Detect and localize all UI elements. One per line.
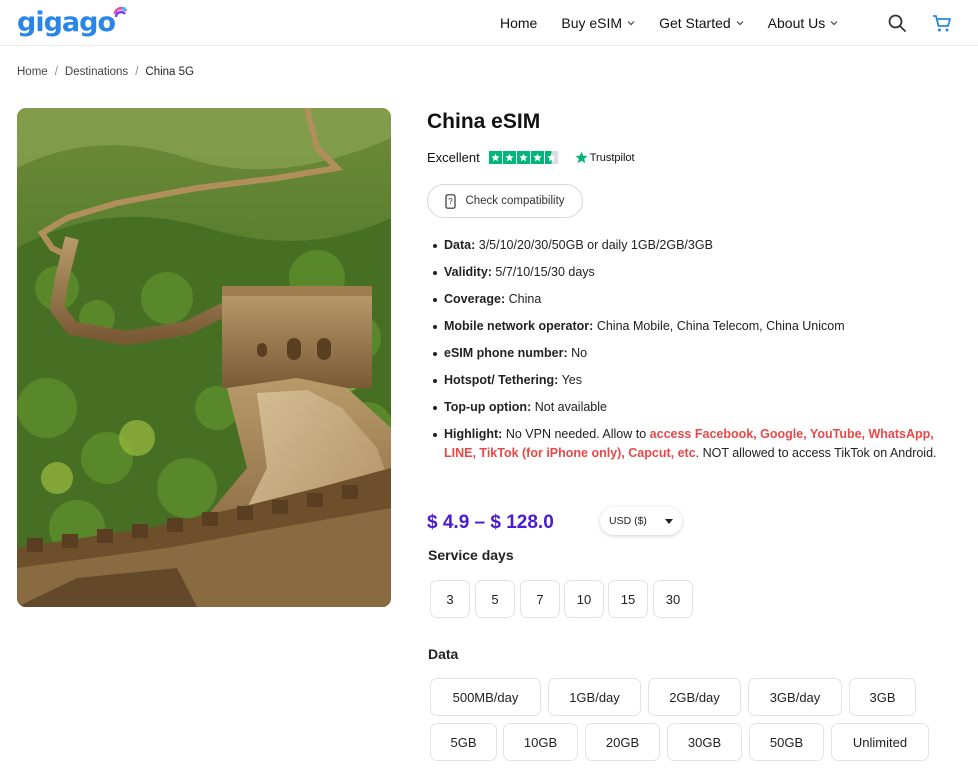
data-option[interactable]: 10GB (503, 723, 578, 761)
currency-value: USD ($) (609, 515, 647, 527)
data-option[interactable]: 2GB/day (648, 678, 741, 716)
nav-buy-esim-label: Buy eSIM (561, 15, 623, 31)
data-option[interactable]: 3GB/day (748, 678, 842, 716)
breadcrumb: Home / Destinations / China 5G (17, 66, 194, 78)
spec-topup: Top-up option: Not available (433, 398, 969, 417)
chevron-down-icon (736, 21, 744, 26)
breadcrumb-home[interactable]: Home (17, 66, 48, 78)
spec-key: Highlight: (444, 427, 503, 441)
service-day-option[interactable]: 3 (430, 580, 470, 618)
nav-get-started[interactable]: Get Started (659, 15, 744, 31)
service-day-option[interactable]: 30 (653, 580, 693, 618)
nav-get-started-label: Get Started (659, 15, 731, 31)
service-days-label: Service days (428, 547, 514, 563)
site-header: gigago Home Buy eSIM Get Started About U… (0, 0, 978, 46)
trustpilot-logo: Trustpilot (575, 151, 635, 164)
data-label: Data (428, 646, 459, 662)
logo-badge-icon (113, 6, 127, 18)
chevron-down-icon (830, 21, 838, 26)
spec-value: Not available (534, 400, 607, 414)
spec-value: 3/5/10/20/30/50GB or daily 1GB/2GB/3GB (478, 238, 713, 252)
check-compatibility-button[interactable]: ? Check compatibility (427, 184, 583, 218)
spec-validity: Validity: 5/7/10/15/30 days (433, 263, 969, 282)
nav-buy-esim[interactable]: Buy eSIM (561, 15, 635, 31)
chevron-down-icon (627, 21, 635, 26)
nav-about-us-label: About Us (767, 15, 826, 31)
service-day-option[interactable]: 10 (564, 580, 604, 618)
data-option[interactable]: 500MB/day (430, 678, 541, 716)
check-compatibility-label: Check compatibility (465, 195, 565, 207)
spec-highlight: Highlight: No VPN needed. Allow to acces… (433, 425, 969, 463)
spec-key: Hotspot/ Tethering: (444, 373, 559, 387)
nav-home[interactable]: Home (500, 15, 537, 31)
breadcrumb-current: China 5G (145, 66, 194, 78)
spec-key: Coverage: (444, 292, 506, 306)
spec-value: Yes (561, 373, 582, 387)
data-option[interactable]: 20GB (585, 723, 660, 761)
star-icon (488, 151, 502, 164)
trustpilot-label: Trustpilot (589, 151, 635, 164)
star-icon (502, 151, 516, 164)
spec-key: Top-up option: (444, 400, 532, 414)
svg-text:?: ? (449, 197, 454, 206)
spec-phone-number: eSIM phone number: No (433, 344, 969, 363)
spec-value: China (508, 292, 542, 306)
breadcrumb-separator: / (54, 66, 58, 78)
nav-about-us[interactable]: About Us (768, 15, 839, 31)
trustpilot-rating[interactable]: Excellent Trustpilot (427, 150, 635, 165)
product-title: China eSIM (427, 110, 541, 133)
spec-key: Validity: (444, 265, 492, 279)
spec-key: Data: (444, 238, 476, 252)
data-option[interactable]: 50GB (749, 723, 824, 761)
spec-coverage: Coverage: China (433, 290, 969, 309)
breadcrumb-destinations[interactable]: Destinations (65, 66, 128, 78)
service-day-option[interactable]: 7 (520, 580, 560, 618)
data-option[interactable]: 3GB (849, 678, 916, 716)
star-icon (530, 151, 544, 164)
caret-down-icon (665, 519, 673, 524)
spec-value: No (571, 346, 588, 360)
rating-label: Excellent (427, 150, 480, 165)
main-nav: Home Buy eSIM Get Started About Us (500, 0, 862, 46)
product-image-great-wall (17, 108, 391, 607)
star-icon (516, 151, 530, 164)
cart-icon[interactable] (931, 12, 953, 34)
phone-question-icon: ? (445, 193, 457, 209)
breadcrumb-separator: / (135, 66, 139, 78)
product-specs-list: Data: 3/5/10/20/30/50GB or daily 1GB/2GB… (433, 236, 969, 471)
data-option[interactable]: Unlimited (831, 723, 929, 761)
highlight-post: . NOT allowed to access TikTok on Androi… (695, 446, 937, 460)
search-icon[interactable] (886, 12, 908, 34)
trustpilot-star-icon (575, 151, 588, 164)
nav-home-label: Home (500, 15, 538, 31)
highlight-pre: No VPN needed. Allow to (505, 427, 647, 441)
spec-key: Mobile network operator: (444, 319, 594, 333)
data-option[interactable]: 30GB (667, 723, 742, 761)
spec-hotspot: Hotspot/ Tethering: Yes (433, 371, 969, 390)
half-star-icon (544, 151, 558, 164)
data-option[interactable]: 1GB/day (548, 678, 641, 716)
spec-value: 5/7/10/15/30 days (495, 265, 595, 279)
currency-select[interactable]: USD ($) (600, 507, 682, 535)
gigago-logo[interactable]: gigago (17, 6, 127, 38)
spec-key: eSIM phone number: (444, 346, 568, 360)
spec-operator: Mobile network operator: China Mobile, C… (433, 317, 969, 336)
service-day-option[interactable]: 15 (608, 580, 648, 618)
spec-value: China Mobile, China Telecom, China Unico… (596, 319, 845, 333)
rating-stars (488, 151, 559, 164)
logo-text: gigago (17, 6, 116, 38)
data-option[interactable]: 5GB (430, 723, 497, 761)
service-day-option[interactable]: 5 (475, 580, 515, 618)
price-range: $ 4.9 – $ 128.0 (427, 512, 554, 533)
spec-data: Data: 3/5/10/20/30/50GB or daily 1GB/2GB… (433, 236, 969, 255)
